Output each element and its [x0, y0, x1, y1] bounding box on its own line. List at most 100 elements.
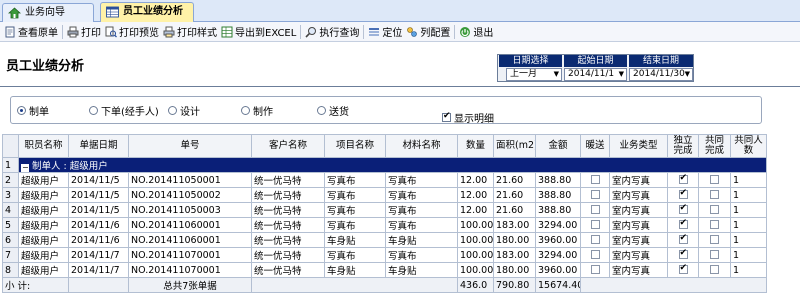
cell-checkbox[interactable]: [678, 234, 688, 244]
table-cell[interactable]: [698, 172, 731, 188]
cell-checkbox[interactable]: [710, 219, 719, 229]
table-row[interactable]: 5 超级用户 2014/11/6 NO.201411060001 统一优马特 写真布 写真布…: [2, 217, 767, 233]
table-cell: 室内写真: [609, 232, 668, 248]
table-cell[interactable]: [667, 262, 699, 278]
table-cell: NO.201411060001: [128, 217, 252, 233]
table-cell[interactable]: [698, 217, 731, 233]
locate-button[interactable]: 定位: [366, 23, 404, 41]
column-header[interactable]: 单号: [128, 134, 252, 158]
column-header[interactable]: 职员名称: [18, 134, 69, 158]
cell-checkbox[interactable]: [590, 249, 600, 259]
cell-checkbox[interactable]: [678, 174, 688, 184]
table-cell[interactable]: [580, 247, 610, 263]
period-select[interactable]: 上一月 ▼: [506, 68, 562, 81]
export-excel-button[interactable]: 导出到EXCEL: [219, 23, 298, 41]
cell-checkbox[interactable]: [678, 249, 688, 259]
column-header[interactable]: 共同完成: [698, 134, 731, 158]
table-cell[interactable]: [580, 217, 610, 233]
cell-checkbox[interactable]: [710, 174, 719, 184]
tab-business-guide[interactable]: 业务向导: [2, 3, 94, 22]
column-header[interactable]: 业务类型: [609, 134, 668, 158]
table-row[interactable]: 7 超级用户 2014/11/7 NO.201411070001 统一优马特 写真布 写真布…: [2, 247, 767, 263]
radio-indicator: [317, 106, 326, 115]
column-header[interactable]: 材料名称: [385, 134, 458, 158]
column-header[interactable]: 项目名称: [324, 134, 386, 158]
print-preview-button[interactable]: 打印预览: [103, 23, 161, 41]
table-cell[interactable]: [667, 187, 699, 203]
radio-handler[interactable]: 下单(经手人): [89, 103, 159, 118]
table-cell[interactable]: [698, 202, 731, 218]
cell-checkbox[interactable]: [590, 204, 600, 214]
table-cell[interactable]: [698, 232, 731, 248]
radio-design[interactable]: 设计: [168, 103, 200, 118]
table-row[interactable]: 8 超级用户 2014/11/7 NO.201411070001 统一优马特 车身贴 车身贴…: [2, 262, 767, 278]
cell-checkbox[interactable]: [590, 264, 600, 274]
table-row[interactable]: 3 超级用户 2014/11/5 NO.201411050002 统一优马特 写真布 写真布…: [2, 187, 767, 203]
table-cell: 388.80: [535, 187, 581, 203]
table-row[interactable]: 6 超级用户 2014/11/6 NO.201411060001 统一优马特 车身贴 车身贴…: [2, 232, 767, 248]
cell-checkbox[interactable]: [678, 264, 688, 274]
table-cell[interactable]: [667, 217, 699, 233]
table-cell[interactable]: [580, 232, 610, 248]
cell-checkbox[interactable]: [678, 219, 688, 229]
column-header[interactable]: 暖送: [580, 134, 610, 158]
table-cell: 写真布: [385, 217, 458, 233]
table-cell[interactable]: [580, 172, 610, 188]
table-cell[interactable]: [667, 247, 699, 263]
radio-creator[interactable]: 制单: [17, 103, 49, 118]
column-header[interactable]: 金额: [535, 134, 581, 158]
table-cell: 超级用户: [18, 262, 69, 278]
tab-employee-performance[interactable]: 员工业绩分析: [100, 2, 194, 23]
table-cell: NO.201411060001: [128, 232, 252, 248]
cell-checkbox[interactable]: [710, 264, 719, 274]
column-header[interactable]: 客户名称: [251, 134, 325, 158]
performance-grid: 职员名称 单据日期 单号 客户名称 项目名称 材料名称 数量 面积(m2) 金额…: [2, 134, 767, 293]
end-date-select[interactable]: 2014/11/30 ▼: [629, 68, 693, 81]
start-date-select[interactable]: 2014/11/1 ▼: [564, 68, 627, 81]
table-cell[interactable]: [667, 172, 699, 188]
exit-button[interactable]: 退出: [457, 23, 495, 41]
group-row[interactable]: 1 − 制单人 : 超级用户: [2, 157, 767, 173]
table-row[interactable]: 2 超级用户 2014/11/5 NO.201411050001 统一优马特 写真布 写真布…: [2, 172, 767, 188]
table-cell: 21.60: [493, 172, 536, 188]
table-cell[interactable]: [698, 262, 731, 278]
cell-checkbox[interactable]: [710, 249, 719, 259]
table-cell[interactable]: [580, 202, 610, 218]
cell-checkbox[interactable]: [678, 204, 688, 214]
table-cell[interactable]: [580, 262, 610, 278]
cell-checkbox[interactable]: [710, 234, 719, 244]
cell-checkbox[interactable]: [590, 189, 600, 199]
column-header[interactable]: 面积(m2): [493, 134, 536, 158]
page-title: 员工业绩分析: [6, 59, 85, 74]
radio-delivery[interactable]: 送货: [317, 103, 349, 118]
table-cell[interactable]: [580, 187, 610, 203]
print-style-button[interactable]: 打印样式: [161, 23, 219, 41]
table-cell: 1: [730, 172, 767, 188]
table-cell[interactable]: [667, 202, 699, 218]
cell-checkbox[interactable]: [590, 174, 600, 184]
table-cell: 写真布: [324, 172, 386, 188]
show-detail-checkbox[interactable]: 显示明细: [442, 110, 494, 125]
view-original-button[interactable]: 查看原单: [2, 23, 60, 41]
table-row[interactable]: 4 超级用户 2014/11/5 NO.201411050003 统一优马特 写真布 写真布…: [2, 202, 767, 218]
column-header[interactable]: 独立完成: [667, 134, 699, 158]
print-style-icon: [163, 26, 175, 37]
run-query-button[interactable]: 执行查询: [303, 23, 361, 41]
table-cell: 写真布: [324, 202, 386, 218]
column-header[interactable]: 数量: [457, 134, 494, 158]
column-config-button[interactable]: 列配置: [404, 23, 452, 41]
cell-checkbox[interactable]: [710, 204, 719, 214]
cell-checkbox[interactable]: [710, 189, 719, 199]
cell-checkbox[interactable]: [590, 234, 600, 244]
toolbar-separator: [454, 24, 456, 39]
print-button[interactable]: 打印: [65, 23, 103, 41]
column-header[interactable]: 单据日期: [68, 134, 129, 158]
column-header[interactable]: 共同人数: [730, 134, 767, 158]
collapse-icon[interactable]: −: [21, 164, 29, 172]
cell-checkbox[interactable]: [678, 189, 688, 199]
table-cell[interactable]: [698, 187, 731, 203]
cell-checkbox[interactable]: [590, 219, 600, 229]
radio-production[interactable]: 制作: [241, 103, 273, 118]
table-cell[interactable]: [698, 247, 731, 263]
table-cell[interactable]: [667, 232, 699, 248]
